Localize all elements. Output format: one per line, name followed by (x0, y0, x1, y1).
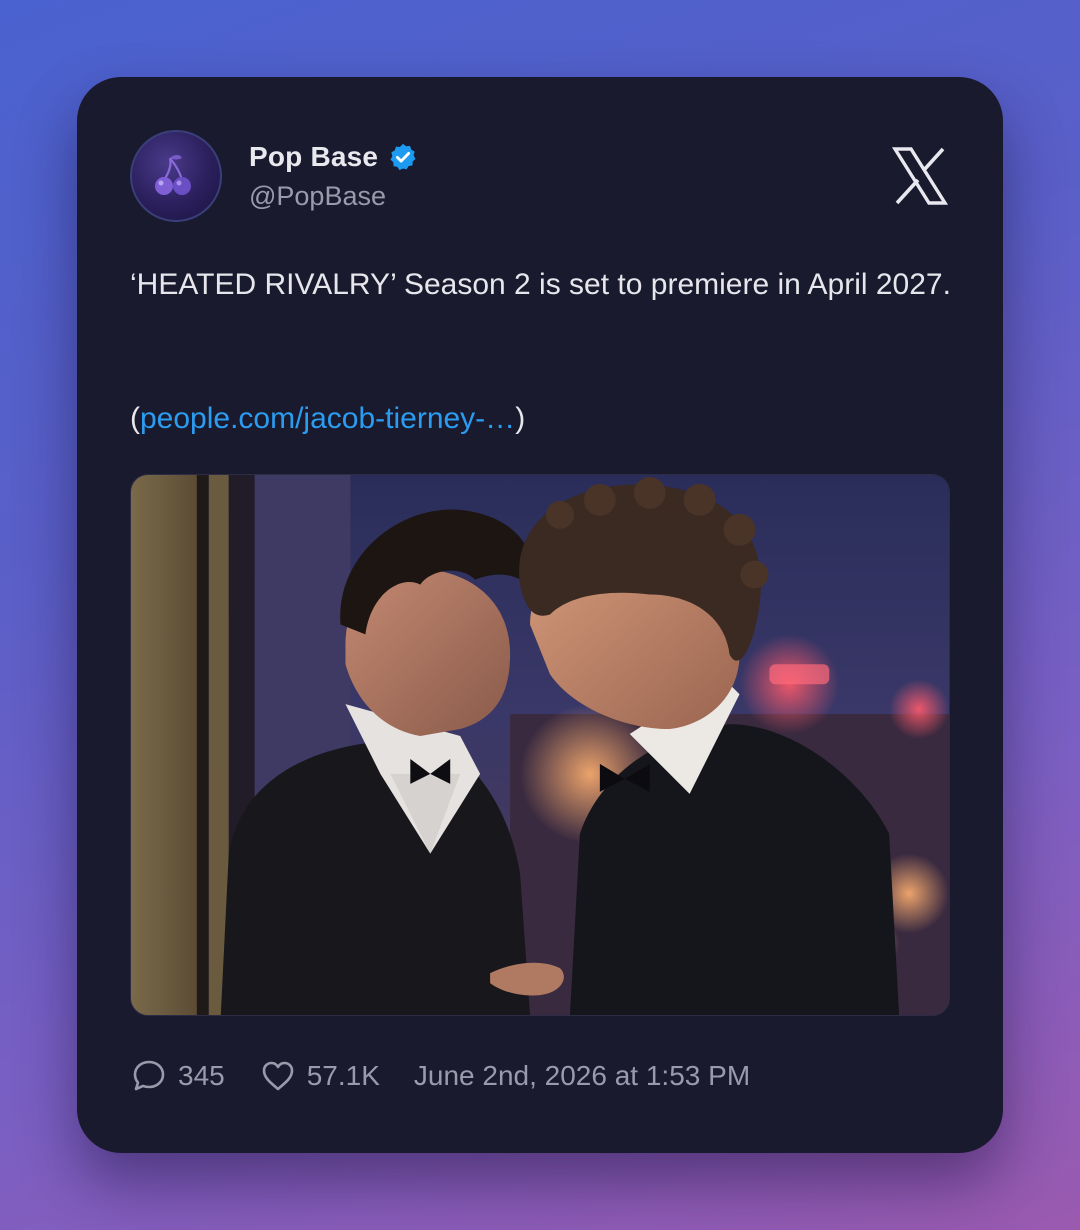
tweet-media-photo[interactable] (130, 474, 950, 1016)
x-logo-icon[interactable] (891, 145, 949, 207)
cherry-icon (155, 155, 191, 195)
heart-icon (262, 1061, 294, 1091)
replies-count: 345 (178, 1060, 225, 1091)
likes-stat[interactable]: 57.1K (259, 1057, 380, 1095)
link-close-paren: ) (515, 402, 526, 435)
avatar[interactable] (130, 130, 222, 222)
reply-bubble-icon (133, 1060, 165, 1091)
link-open-paren: ( (130, 402, 140, 435)
tweet-link[interactable]: people.com/jacob-tierney-… (140, 402, 515, 435)
author-display-name[interactable]: Pop Base (249, 141, 378, 173)
likes-count: 57.1K (306, 1060, 380, 1091)
tweet-link-line: (people.com/jacob-tierney-…) (130, 397, 525, 441)
author-handle[interactable]: @PopBase (249, 181, 386, 212)
tweet-text: ‘HEATED RIVALRY’ Season 2 is set to prem… (130, 268, 951, 301)
verified-badge-icon (388, 142, 418, 172)
replies-stat[interactable]: 345 (130, 1057, 225, 1095)
tweet-card: Pop Base @PopBase ‘HEATED RIVALRY’ Seaso… (77, 77, 1003, 1153)
photo-image (131, 475, 949, 1015)
tweet-timestamp[interactable]: June 2nd, 2026 at 1:53 PM (414, 1060, 750, 1092)
author-name-row: Pop Base (249, 141, 418, 173)
tweet-footer: 345 57.1K June 2nd, 2026 at 1:53 PM (130, 1057, 750, 1095)
